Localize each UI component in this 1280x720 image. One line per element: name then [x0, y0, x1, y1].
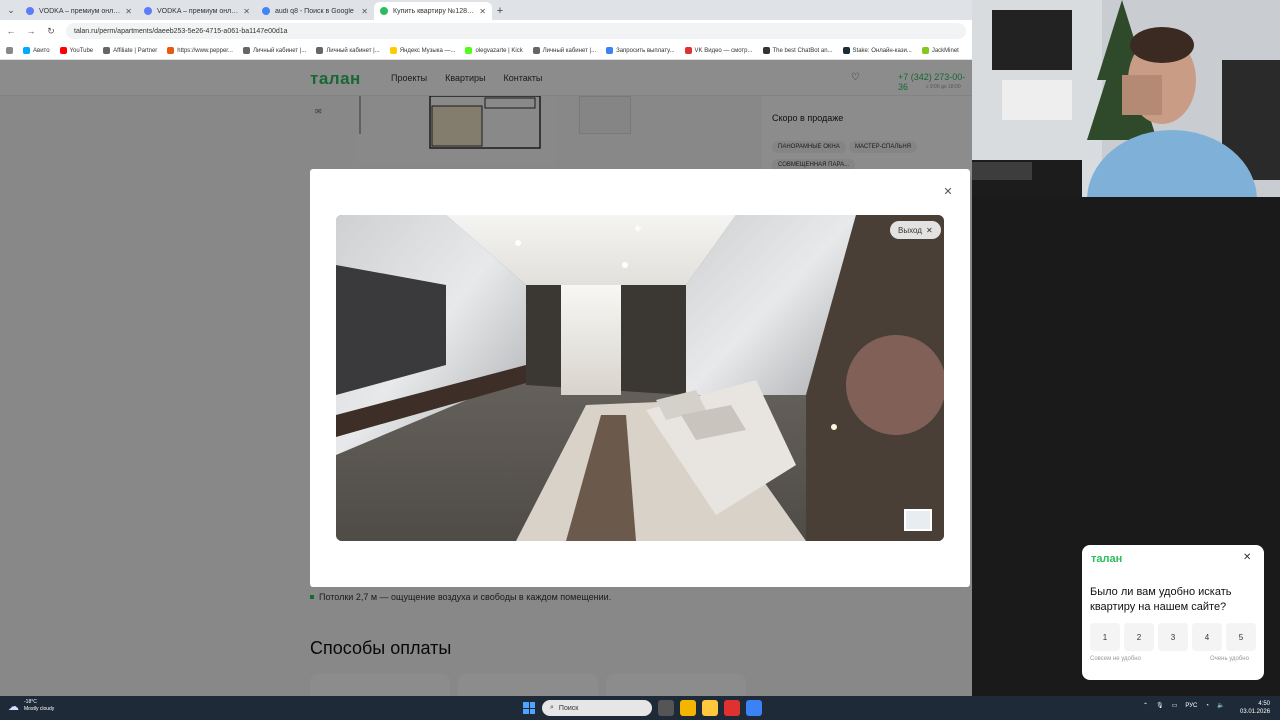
chrome-icon[interactable]	[680, 700, 696, 716]
tab-title: VODKA – премиум онлайн-ка...	[157, 7, 238, 15]
search-icon: ⌕	[550, 704, 554, 711]
language-indicator[interactable]: РУС	[1185, 703, 1197, 709]
telegram-icon[interactable]	[746, 700, 762, 716]
rating-button-1[interactable]: 1	[1090, 623, 1120, 651]
site-favicon-icon	[26, 7, 34, 15]
close-tab-icon[interactable]: ✕	[479, 7, 486, 16]
weather-temperature: -18°C	[24, 699, 37, 705]
file-explorer-icon[interactable]	[702, 700, 718, 716]
volume-icon[interactable]: 🔈	[1217, 702, 1224, 709]
compass-icon: ◈	[634, 223, 642, 234]
bookmark-cabinet-1[interactable]: Личный кабинет |...	[242, 47, 306, 54]
close-tab-icon[interactable]: ✕	[361, 7, 368, 16]
cloud-icon: ☁	[8, 700, 19, 713]
reload-icon[interactable]: ↻	[46, 26, 56, 37]
back-icon[interactable]: ←	[6, 26, 16, 36]
close-icon: ✕	[925, 225, 933, 235]
modal-backdrop-top[interactable]	[0, 60, 972, 96]
monitor-icon[interactable]: ▭	[1172, 702, 1178, 709]
tab-vodka-1[interactable]: VODKA – премиум онлайн-ка... ✕	[20, 2, 138, 20]
google-favicon-icon	[262, 7, 270, 15]
close-icon[interactable]: ✕	[940, 184, 956, 200]
windows-start-icon[interactable]	[523, 702, 535, 714]
microphone-icon[interactable]: 🎙	[1156, 702, 1164, 709]
clock-time: 4:50	[1258, 701, 1270, 707]
address-bar: ← → ↻ talan.ru/perm/apartments/daeeb253-…	[0, 20, 972, 42]
taskbar-apps	[658, 700, 762, 716]
bookmark-payout[interactable]: Запросить выплату...	[606, 47, 675, 54]
exit-label: Выход	[898, 225, 922, 235]
opera-icon[interactable]	[724, 700, 740, 716]
tab-google[interactable]: audi q8 - Поиск в Google ✕	[256, 2, 374, 20]
tab-title: Купить квартиру №1285 в жи...	[393, 7, 474, 15]
rating-low-label: Совсем не удобно	[1090, 656, 1141, 662]
exit-panorama-button[interactable]: Выход ✕	[890, 221, 941, 239]
rating-button-4[interactable]: 4	[1192, 623, 1222, 651]
close-tab-icon[interactable]: ✕	[243, 7, 250, 16]
weather-condition: Mostly cloudy	[24, 706, 55, 712]
tab-title: audi q8 - Поиск в Google	[275, 7, 354, 15]
panorama-modal: ✕ ◈ Выход ✕	[310, 169, 970, 587]
new-tab-button[interactable]: +	[492, 2, 508, 20]
bookmark-chatbot[interactable]: The best ChatBot an...	[762, 47, 833, 54]
task-view-icon[interactable]	[658, 700, 674, 716]
tab-vodka-2[interactable]: VODKA – премиум онлайн-ка... ✕	[138, 2, 256, 20]
forward-icon[interactable]: →	[26, 26, 36, 36]
feedback-survey-widget: талан ✕ Было ли вам удобно искать кварти…	[1082, 545, 1264, 680]
windows-taskbar: ☁ -18°C Mostly cloudy ⌕ Поиск ⌃ 🎙 ▭ РУС …	[0, 696, 1280, 720]
taskbar-search-label: Поиск	[558, 704, 579, 712]
bookmark-affiliate[interactable]: Affiliate | Partner	[103, 47, 157, 54]
bookmarks-bar: Авито YouTube Affiliate | Partner https:…	[0, 42, 972, 60]
rating-scale: 1 2 3 4 5	[1090, 623, 1256, 651]
bookmark-jackminer[interactable]: JackMinet	[921, 47, 959, 54]
system-clock[interactable]: 4:50 03.01.2026	[1240, 700, 1270, 716]
survey-question: Было ли вам удобно искать квартиру на на…	[1090, 586, 1232, 613]
bedroom-panorama-image	[336, 215, 944, 541]
apps-icon[interactable]	[6, 47, 13, 54]
talan-favicon-icon	[380, 7, 388, 15]
bookmark-stake[interactable]: Stake: Онлайн-кази...	[842, 47, 912, 54]
panorama-viewer[interactable]: ◈ Выход ✕	[336, 215, 944, 541]
system-tray: ⌃ 🎙 ▭ РУС ◔ 🔈	[1143, 702, 1224, 710]
tab-title: VODKA – премиум онлайн-ка...	[39, 7, 120, 15]
bookmark-yandex-music[interactable]: Яндекс Музыка —...	[389, 47, 455, 54]
weather-widget[interactable]: ☁ -18°C Mostly cloudy	[8, 699, 54, 713]
close-icon[interactable]: ✕	[1243, 552, 1251, 563]
bookmark-cabinet-2[interactable]: Личный кабинет |...	[316, 47, 380, 54]
close-tab-icon[interactable]: ✕	[125, 7, 132, 16]
url-input[interactable]: talan.ru/perm/apartments/daeeb253-5e26-4…	[66, 23, 966, 39]
site-favicon-icon	[144, 7, 152, 15]
tab-search-icon[interactable]: ⌄	[2, 0, 20, 20]
bookmark-cabinet-3[interactable]: Личный кабинет |...	[532, 47, 596, 54]
webcam-overlay	[972, 0, 1280, 197]
taskbar-search[interactable]: ⌕ Поиск	[542, 700, 652, 716]
wifi-icon[interactable]: ◔	[1205, 703, 1209, 709]
tab-talan[interactable]: Купить квартиру №1285 в жи... ✕	[374, 2, 492, 20]
minimap-thumbnail[interactable]	[904, 509, 932, 531]
rating-button-3[interactable]: 3	[1158, 623, 1188, 651]
tab-strip: ⌄ VODKA – премиум онлайн-ка... ✕ VODKA –…	[0, 0, 972, 20]
rating-button-2[interactable]: 2	[1124, 623, 1154, 651]
bookmark-kick[interactable]: olegvazarte | Kick	[465, 47, 523, 54]
chevron-up-icon[interactable]: ⌃	[1143, 702, 1148, 709]
bookmark-vk-video[interactable]: VK Видео — смотр...	[684, 47, 753, 54]
bookmark-pepper[interactable]: https://www.pepper...	[167, 47, 233, 54]
survey-logo: талан	[1091, 553, 1123, 565]
clock-date: 03.01.2026	[1240, 709, 1271, 715]
webcam-image	[972, 0, 1280, 197]
screen: ⌄ VODKA – премиум онлайн-ка... ✕ VODKA –…	[0, 0, 1280, 720]
bookmark-avito[interactable]: Авито	[23, 47, 50, 54]
rating-button-5[interactable]: 5	[1226, 623, 1256, 651]
bookmark-youtube[interactable]: YouTube	[59, 47, 93, 54]
rating-high-label: Очень удобно	[1210, 656, 1249, 662]
